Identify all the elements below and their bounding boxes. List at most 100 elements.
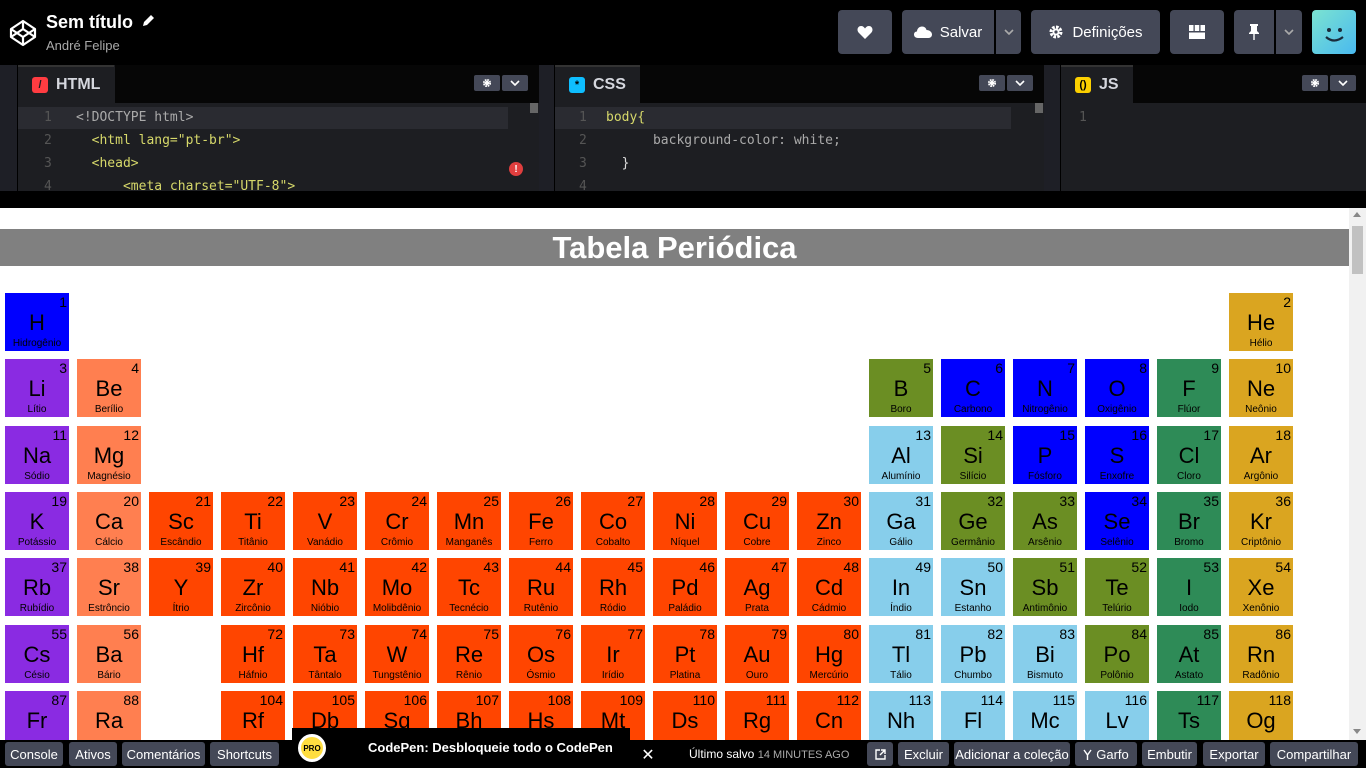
delete-button[interactable]: Excluir	[898, 742, 949, 766]
element-symbol: Sc	[168, 508, 194, 534]
settings-button[interactable]: Definições	[1031, 10, 1160, 54]
embed-button[interactable]: Embutir	[1142, 742, 1197, 766]
element-symbol: Rh	[598, 575, 628, 601]
fork-button[interactable]: Garfo	[1075, 742, 1137, 766]
js-settings-button[interactable]	[1302, 75, 1328, 91]
element-name: Platina	[669, 669, 701, 681]
atomic-number: 37	[51, 559, 67, 576]
save-dropdown-button[interactable]	[996, 10, 1021, 54]
element-symbol: Ir	[606, 641, 620, 667]
atomic-number: 28	[699, 492, 715, 509]
shortcuts-button[interactable]: Shortcuts	[210, 742, 279, 766]
element-symbol: Ag	[743, 575, 771, 601]
element-cell-f: 9 F Flúor	[1157, 359, 1221, 418]
atomic-number: 19	[51, 492, 67, 509]
chevron-down-icon	[1015, 80, 1025, 86]
element-symbol: Po	[1103, 641, 1131, 667]
element-name: Hidrogênio	[12, 338, 62, 349]
element-cell-fr: 87 Fr	[5, 690, 69, 740]
element-name: Zinco	[816, 536, 842, 548]
css-tab-label: CSS	[593, 76, 626, 93]
atomic-number: 55	[51, 625, 67, 642]
atomic-number: 51	[1059, 559, 1075, 576]
element-name: Fósforo	[1028, 470, 1062, 482]
page-title: Tabela Periódica	[0, 229, 1349, 266]
atomic-number: 85	[1203, 625, 1219, 642]
element-name: Cloro	[1177, 470, 1201, 482]
js-code-area[interactable]: 1	[1061, 105, 1366, 191]
export-button[interactable]: Exportar	[1203, 742, 1265, 766]
html-code-area[interactable]: 1 <!DOCTYPE html> 2 <html lang="pt-br"> 3…	[18, 105, 539, 191]
scrollbar[interactable]	[1035, 103, 1043, 113]
element-name: Cálcio	[95, 536, 123, 548]
codepen-logo-icon[interactable]	[8, 18, 38, 48]
element-cell-ra: 88 Ra	[77, 690, 141, 740]
element-name: Xenônio	[1242, 603, 1280, 615]
element-name: Argônio	[1243, 470, 1279, 482]
element-name: Níquel	[670, 536, 700, 548]
like-button[interactable]	[838, 10, 892, 54]
share-button[interactable]: Compartilhar	[1270, 742, 1358, 766]
element-cell-in: 49 In Índio	[869, 558, 933, 617]
element-symbol: Cu	[742, 508, 772, 534]
atomic-number: 41	[339, 559, 355, 576]
element-name: Gálio	[889, 536, 913, 548]
element-name: Tálio	[890, 669, 912, 681]
element-symbol: Tc	[458, 575, 480, 601]
fork-icon	[1083, 749, 1092, 760]
html-collapse-button[interactable]	[502, 75, 528, 91]
assets-button[interactable]: Ativos	[69, 742, 117, 766]
element-cell-po: 84 Po Polônio	[1085, 624, 1149, 683]
scroll-up-arrow-icon[interactable]	[1353, 212, 1361, 217]
pro-promo-banner[interactable]: PRO CodePen: Desbloqueie todo o CodePen	[292, 728, 630, 768]
css-code-area[interactable]: 1 body{ 2 background-color: white; 3 } 4	[555, 105, 1044, 191]
pin-button[interactable]	[1234, 10, 1274, 54]
add-to-collection-button[interactable]: Adicionar a coleção	[954, 742, 1070, 766]
scrollbar[interactable]	[530, 103, 538, 113]
console-button[interactable]: Console	[5, 742, 63, 766]
element-name: Boro	[890, 404, 912, 416]
preview-scrollbar[interactable]	[1349, 208, 1366, 740]
element-cell-te: 52 Te Telúrio	[1085, 558, 1149, 617]
js-tab[interactable]: () JS	[1061, 65, 1133, 103]
js-collapse-button[interactable]	[1330, 75, 1356, 91]
element-symbol: Kr	[1250, 508, 1272, 534]
css-settings-button[interactable]	[979, 75, 1005, 91]
promo-text[interactable]: CodePen: Desbloqueie todo o CodePen	[368, 740, 613, 755]
element-name: Arsênio	[1028, 536, 1062, 548]
scroll-down-arrow-icon[interactable]	[1353, 729, 1361, 734]
element-symbol: Ca	[94, 508, 124, 534]
html-tab[interactable]: / HTML	[18, 65, 115, 103]
author-name[interactable]: André Felipe	[46, 38, 120, 53]
comments-button[interactable]: Comentários	[122, 742, 205, 766]
atomic-number: 13	[915, 426, 931, 443]
css-collapse-button[interactable]	[1007, 75, 1033, 91]
pin-dropdown-button[interactable]	[1276, 10, 1302, 54]
element-cell-b: 5 B Boro	[869, 359, 933, 418]
element-cell-ds: 110 Ds	[653, 690, 717, 740]
save-button[interactable]: Salvar	[902, 10, 994, 54]
pen-title[interactable]: Sem título	[46, 12, 133, 33]
layout-button[interactable]	[1170, 10, 1224, 54]
open-external-button[interactable]	[867, 742, 893, 766]
close-icon[interactable]: ✕	[640, 748, 656, 764]
scrollbar-thumb[interactable]	[1352, 226, 1363, 274]
element-symbol: Sr	[98, 575, 120, 601]
user-avatar[interactable]	[1312, 10, 1356, 54]
element-name: Escândio	[160, 536, 202, 548]
element-symbol: In	[891, 575, 911, 601]
html-settings-button[interactable]	[474, 75, 500, 91]
element-cell-na: 11 Na Sódio	[5, 425, 69, 484]
element-name: Alumínio	[881, 470, 921, 482]
error-icon[interactable]: !	[509, 162, 523, 176]
element-name: Lítio	[27, 404, 47, 416]
element-symbol: Y	[173, 575, 189, 601]
element-symbol: Ds	[671, 707, 699, 733]
element-name: Ferro	[529, 536, 553, 548]
js-editor-pane: () JS 1	[1060, 65, 1366, 191]
element-cell-fe: 26 Fe Ferro	[509, 491, 573, 550]
css-tab[interactable]: * CSS	[555, 65, 640, 103]
cloud-icon	[913, 26, 932, 38]
pencil-icon[interactable]	[140, 13, 156, 29]
resize-handle[interactable]	[0, 191, 1366, 208]
